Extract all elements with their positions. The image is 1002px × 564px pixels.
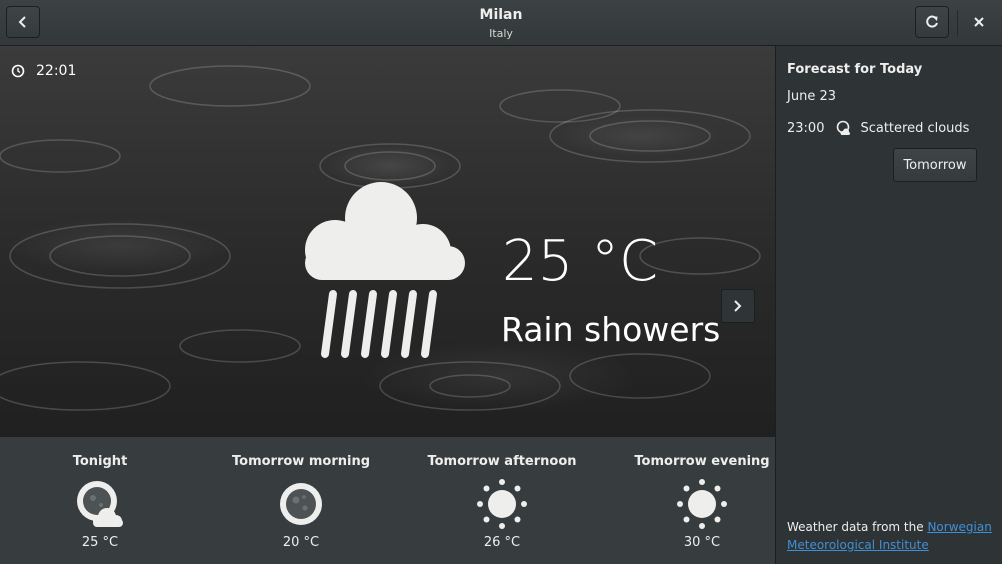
refresh-button[interactable] <box>915 6 949 38</box>
chevron-left-icon <box>18 16 26 28</box>
attribution: Weather data from the Norwegian Meteorol… <box>787 518 997 554</box>
close-icon <box>974 17 984 27</box>
header-separator <box>957 10 958 36</box>
forecast-slot-tonight: Tonight 25 °C <box>10 437 190 550</box>
forecast-sidebar: Forecast for Today June 23 23:00 Scatter… <box>775 46 1002 564</box>
tomorrow-button[interactable]: Tomorrow <box>893 148 977 182</box>
header-bar: Milan Italy <box>0 0 1002 46</box>
chevron-right-icon <box>734 300 742 312</box>
rain-showers-icon <box>305 182 465 358</box>
forecast-slot-tomorrow-afternoon: Tomorrow afternoon 26 °C <box>412 437 592 550</box>
clear-night-icon <box>280 483 322 525</box>
refresh-icon <box>926 15 938 28</box>
forecast-row-condition: Scattered clouds <box>860 120 970 136</box>
sidebar-title: Forecast for Today <box>787 62 923 77</box>
forecast-slot-temp: 20 °C <box>282 535 320 550</box>
forecast-row-time: 23:00 <box>787 120 825 136</box>
forecast-slot-label: Tonight <box>72 454 128 469</box>
forecast-slot-temp: 26 °C <box>483 535 521 550</box>
current-temperature: 25 °C <box>502 229 659 294</box>
sidebar-date: June 23 <box>787 89 836 104</box>
clock-icon <box>11 64 25 78</box>
next-button[interactable] <box>721 289 755 323</box>
attribution-text: Weather data from the <box>787 520 924 534</box>
forecast-slot-tomorrow-evening: Tomorrow evening 30 °C <box>612 437 792 550</box>
city-title: Milan <box>479 7 523 23</box>
close-button[interactable] <box>966 6 992 38</box>
local-time: 22:01 <box>11 63 76 79</box>
night-partly-cloudy-icon <box>77 481 123 527</box>
current-weather-panel: 22:01 25 °C Rain showers <box>0 46 775 437</box>
sun-icon <box>677 479 727 529</box>
sun-icon <box>477 479 527 529</box>
window-title-area: Milan Italy <box>300 6 702 42</box>
local-time-text: 22:01 <box>36 63 77 79</box>
forecast-slot-label: Tomorrow evening <box>634 454 770 469</box>
current-condition: Rain showers <box>501 310 721 349</box>
forecast-strip: Tonight 25 °C Tomorrow morning 20 °C Tom… <box>0 437 775 564</box>
forecast-slot-label: Tomorrow morning <box>232 454 370 469</box>
back-button[interactable] <box>6 6 40 38</box>
forecast-slot-temp: 30 °C <box>683 535 721 550</box>
forecast-slot-temp: 25 °C <box>81 535 119 550</box>
forecast-slot-label: Tomorrow afternoon <box>427 454 577 469</box>
forecast-slot-tomorrow-morning: Tomorrow morning 20 °C <box>211 437 391 550</box>
scattered-clouds-icon <box>837 120 851 135</box>
country-subtitle: Italy <box>489 27 513 40</box>
forecast-row: 23:00 Scattered clouds <box>787 120 969 136</box>
